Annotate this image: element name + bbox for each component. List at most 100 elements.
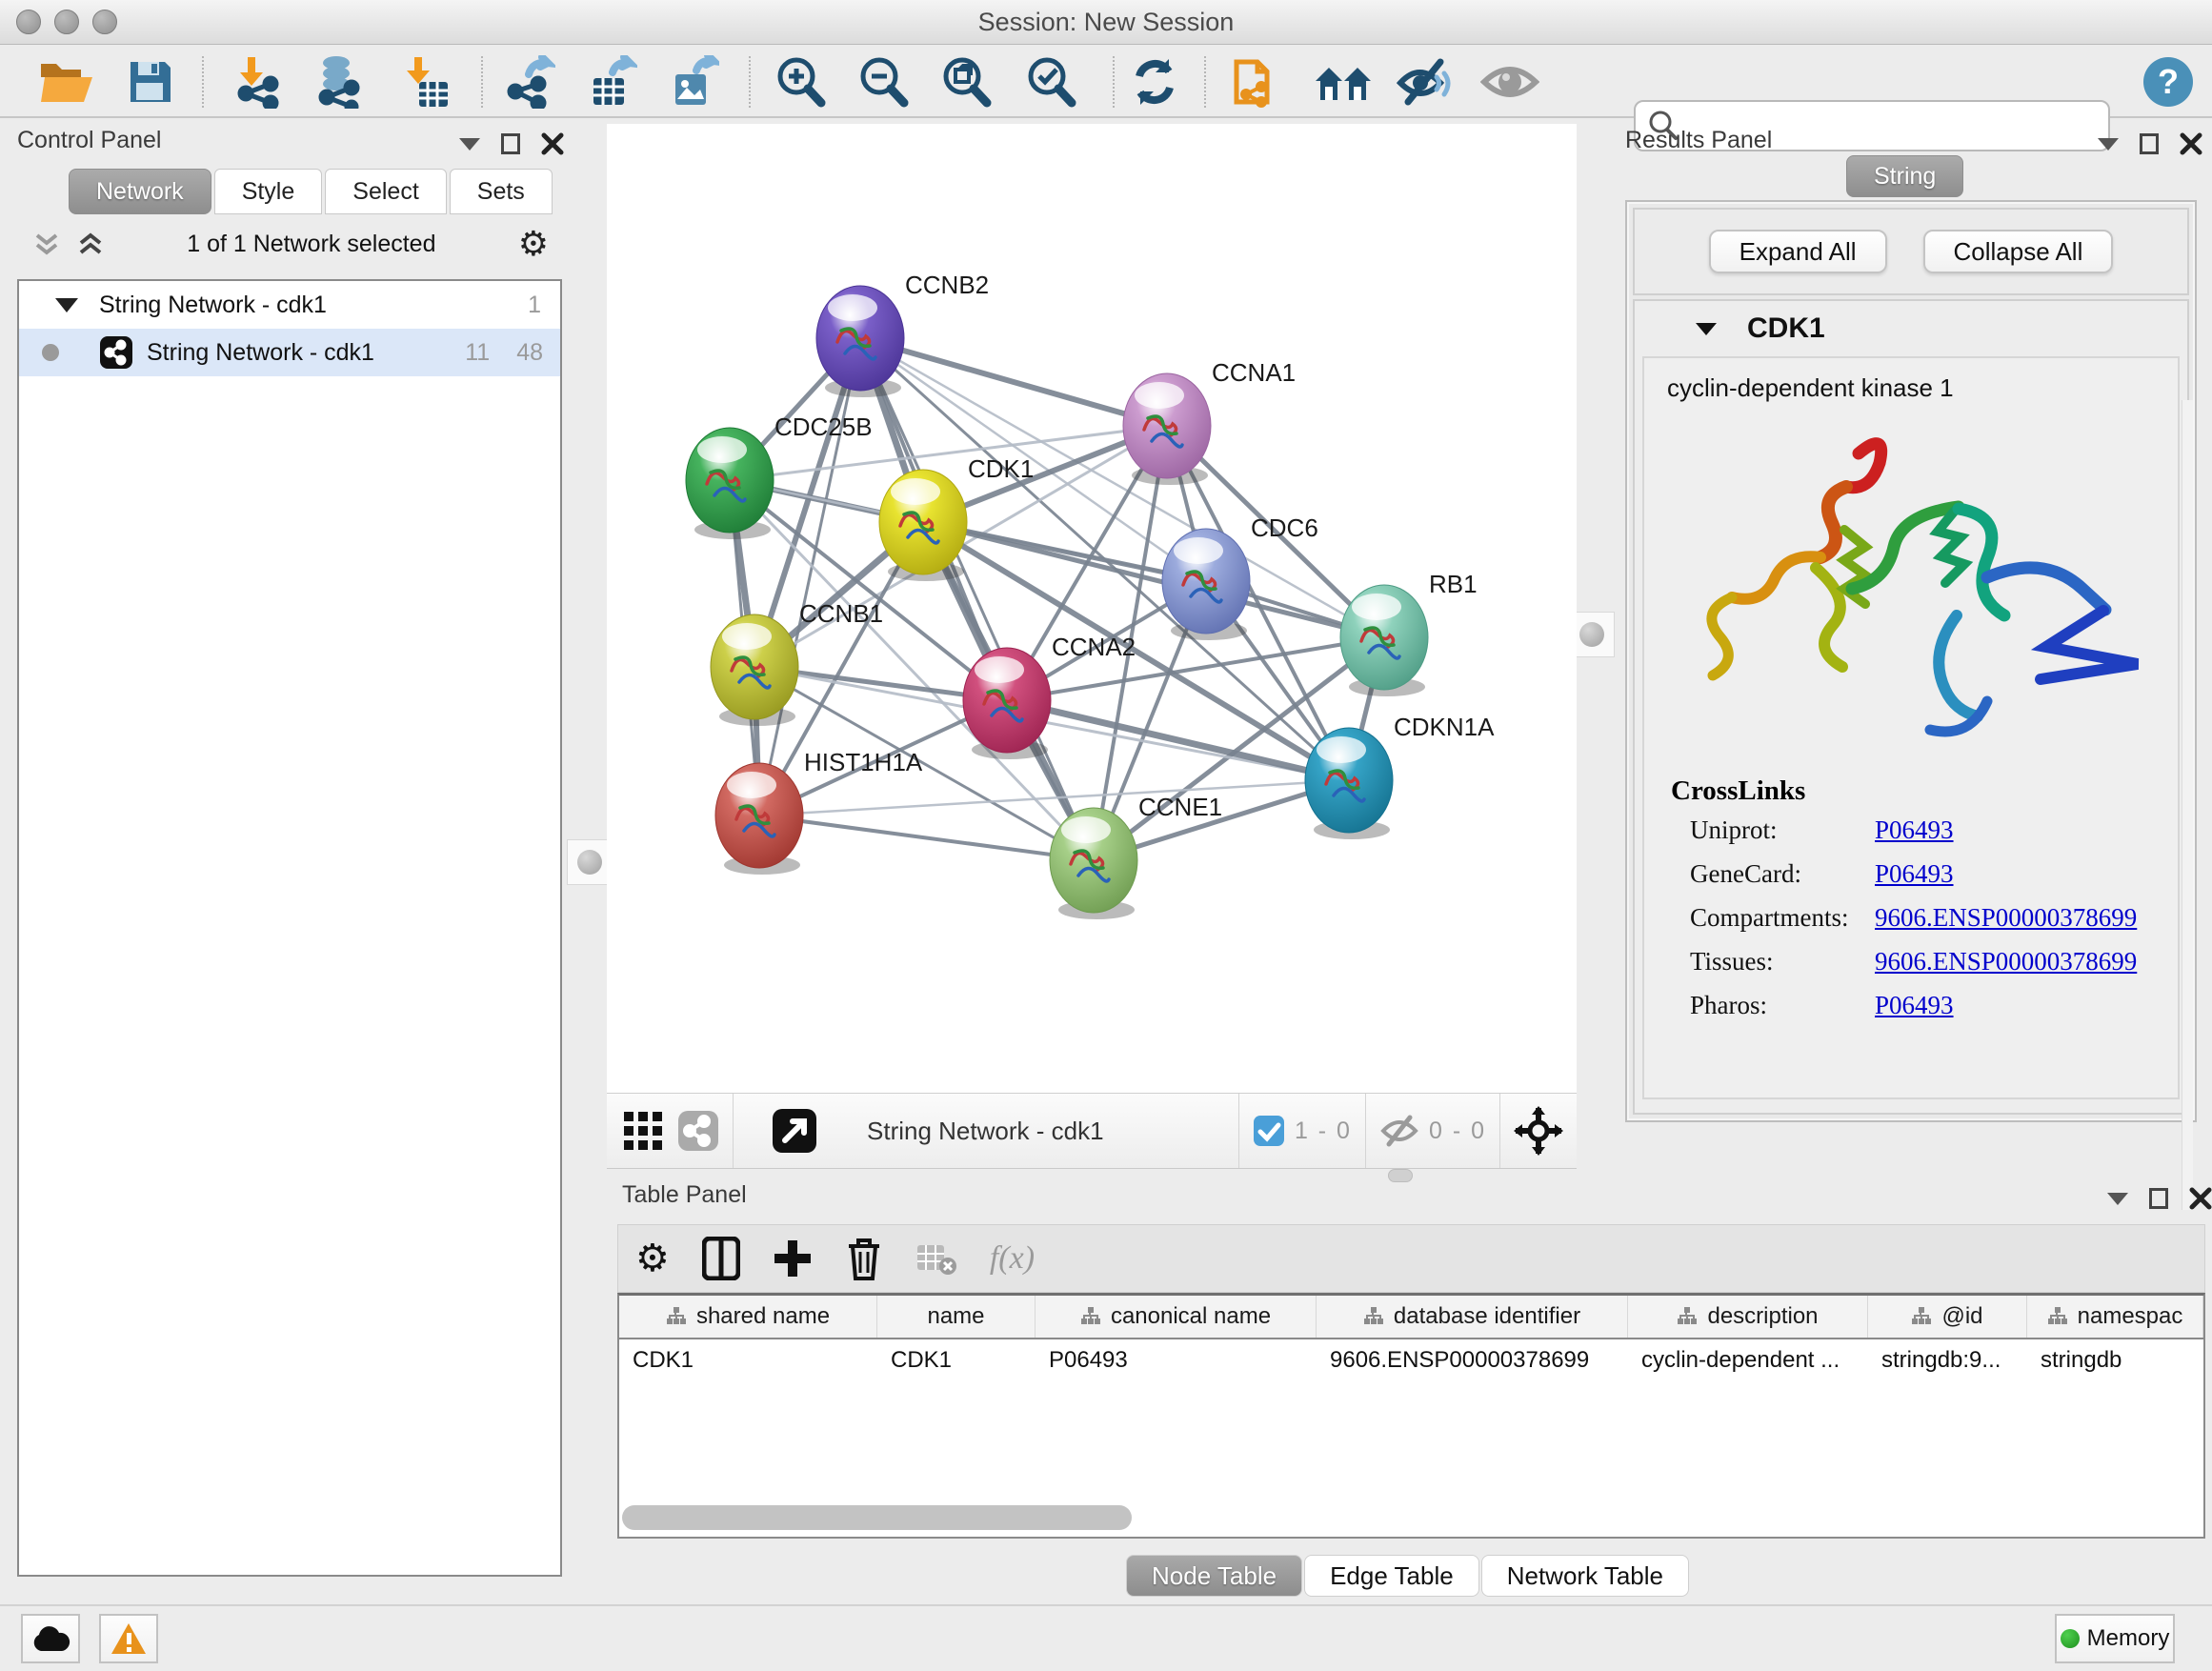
tab-string[interactable]: String — [1846, 155, 1963, 197]
tab-style[interactable]: Style — [214, 169, 323, 214]
gene-collapse-icon[interactable] — [1696, 323, 1717, 335]
string-view-badge-icon[interactable] — [677, 1110, 719, 1152]
help-icon[interactable]: ? — [2138, 52, 2199, 111]
pan-crosshair-icon[interactable] — [1514, 1106, 1563, 1156]
tab-network[interactable]: Network — [69, 169, 211, 214]
panel-float-icon[interactable] — [501, 133, 520, 154]
cell-@id[interactable]: stringdb:9... — [1868, 1339, 2027, 1381]
import-network-database-icon[interactable] — [308, 52, 369, 111]
network-row[interactable]: String Network - cdk1 11 48 — [19, 329, 560, 376]
table-row[interactable]: CDK1CDK1P064939606.ENSP00000378699cyclin… — [619, 1339, 2203, 1381]
panel-menu-icon[interactable] — [459, 138, 480, 151]
hidden-eye-icon[interactable] — [1379, 1114, 1419, 1148]
tab-network-table[interactable]: Network Table — [1481, 1555, 1689, 1597]
warning-status-button[interactable] — [99, 1614, 158, 1663]
toolbar-separator — [1499, 1094, 1500, 1168]
control-panel-tabs: NetworkStyleSelectSets — [69, 169, 553, 214]
collapse-all-button[interactable]: Collapse All — [1923, 230, 2114, 273]
node-CDKN1A[interactable]: CDKN1A — [1305, 713, 1495, 839]
column-header-@id[interactable]: @id — [1868, 1296, 2027, 1338]
column-header-database-identifier[interactable]: database identifier — [1317, 1296, 1628, 1338]
edge-HIST1H1A-CCNE1[interactable] — [759, 815, 1094, 860]
panel-close-icon[interactable] — [2180, 132, 2202, 155]
import-network-file-icon[interactable] — [228, 52, 289, 111]
tab-node-table[interactable]: Node Table — [1126, 1555, 1302, 1597]
panel-float-icon[interactable] — [2140, 133, 2159, 154]
crosslink-link[interactable]: 9606.ENSP00000378699 — [1875, 903, 2137, 933]
detach-view-icon[interactable] — [772, 1108, 817, 1154]
expand-all-icon[interactable] — [76, 230, 105, 258]
node-CDC6[interactable]: CDC6 — [1162, 513, 1318, 640]
zoom-fit-icon[interactable] — [935, 52, 996, 111]
zoom-out-icon[interactable] — [853, 52, 914, 111]
save-session-icon[interactable] — [120, 52, 181, 111]
cell-namespac[interactable]: stringdb — [2027, 1339, 2203, 1381]
node-RB1[interactable]: RB1 — [1340, 570, 1478, 696]
column-header-shared-name[interactable]: shared name — [619, 1296, 877, 1338]
cell-shared-name[interactable]: CDK1 — [619, 1339, 877, 1381]
selected-checkbox-icon[interactable] — [1253, 1115, 1285, 1147]
zoom-selected-icon[interactable] — [1020, 52, 1081, 111]
network-canvas[interactable]: CCNB2CCNA1CDC25BCDK1CDC6RB1CCNB1CCNA2CDK… — [607, 124, 1577, 1093]
gene-body: cyclin-dependent kinase 1 — [1642, 356, 2180, 1099]
panel-menu-icon[interactable] — [2098, 138, 2119, 151]
cell-description[interactable]: cyclin-dependent ... — [1628, 1339, 1868, 1381]
panel-close-icon[interactable] — [541, 132, 564, 155]
edge-CCNB2-CCNE1[interactable] — [860, 338, 1094, 860]
column-header-name[interactable]: name — [877, 1296, 1036, 1338]
expand-all-button[interactable]: Expand All — [1709, 230, 1887, 273]
edge-CCNA2-CDKN1A[interactable] — [1007, 700, 1349, 780]
hide-selected-icon[interactable] — [1395, 52, 1456, 111]
horizontal-splitter-handle[interactable] — [1388, 1169, 1413, 1182]
open-session-icon[interactable] — [36, 52, 97, 111]
column-header-canonical-name[interactable]: canonical name — [1036, 1296, 1317, 1338]
crosslink-link[interactable]: 9606.ENSP00000378699 — [1875, 947, 2137, 976]
export-network-icon[interactable] — [499, 52, 560, 111]
crosslink-link[interactable]: P06493 — [1875, 991, 1954, 1020]
edge-CCNB2-CCNA1[interactable] — [860, 338, 1167, 426]
crosslink-link[interactable]: P06493 — [1875, 859, 1954, 889]
export-table-icon[interactable] — [581, 52, 642, 111]
tree-expand-icon[interactable] — [55, 298, 78, 312]
collapse-all-icon[interactable] — [32, 230, 61, 258]
cell-database-identifier[interactable]: 9606.ENSP00000378699 — [1317, 1339, 1628, 1381]
node-CCNB1[interactable]: CCNB1 — [711, 599, 883, 726]
edge-CCNB2-HIST1H1A[interactable] — [759, 338, 860, 815]
memory-button[interactable]: Memory — [2055, 1614, 2175, 1663]
show-all-icon[interactable] — [1479, 52, 1540, 111]
panel-close-icon[interactable] — [2189, 1187, 2212, 1210]
add-column-icon[interactable] — [773, 1238, 813, 1278]
tab-sets[interactable]: Sets — [450, 169, 553, 214]
zoom-in-icon[interactable] — [770, 52, 831, 111]
crosslink-link[interactable]: P06493 — [1875, 815, 1954, 845]
tab-select[interactable]: Select — [325, 169, 446, 214]
cloud-status-button[interactable] — [21, 1614, 80, 1663]
birdseye-grid-icon[interactable] — [622, 1110, 664, 1152]
node-CCNE1[interactable]: CCNE1 — [1050, 793, 1222, 919]
network-collection-row[interactable]: String Network - cdk1 1 — [19, 281, 560, 329]
panel-menu-icon[interactable] — [2107, 1193, 2128, 1205]
left-splitter-handle[interactable] — [567, 839, 613, 885]
import-table-icon[interactable] — [395, 52, 456, 111]
node-label-CDC25B: CDC25B — [774, 413, 873, 441]
panel-float-icon[interactable] — [2149, 1188, 2168, 1209]
string-home-icon[interactable] — [1313, 52, 1374, 111]
results-scrollbar[interactable] — [2182, 400, 2193, 1210]
tab-edge-table[interactable]: Edge Table — [1304, 1555, 1479, 1597]
delete-column-icon[interactable] — [845, 1237, 883, 1280]
toolbar-separator — [202, 56, 204, 108]
show-columns-icon[interactable] — [702, 1237, 740, 1280]
cell-name[interactable]: CDK1 — [877, 1339, 1036, 1381]
export-image-icon[interactable] — [663, 52, 724, 111]
string-results-card: Expand All Collapse All CDK1 cyclin-depe… — [1625, 200, 2197, 1122]
network-options-gear-icon[interactable]: ⚙ — [518, 227, 549, 261]
cell-canonical-name[interactable]: P06493 — [1036, 1339, 1317, 1381]
table-horizontal-scrollbar[interactable] — [622, 1505, 1132, 1530]
annotation-icon[interactable] — [1225, 52, 1286, 111]
gene-header[interactable]: CDK1 — [1635, 301, 2187, 356]
column-header-description[interactable]: description — [1628, 1296, 1868, 1338]
table-options-gear-icon[interactable]: ⚙ — [635, 1239, 670, 1278]
refresh-icon[interactable] — [1124, 52, 1185, 111]
node-table[interactable]: shared namenamecanonical namedatabase id… — [617, 1293, 2205, 1539]
column-header-namespac[interactable]: namespac — [2027, 1296, 2203, 1338]
